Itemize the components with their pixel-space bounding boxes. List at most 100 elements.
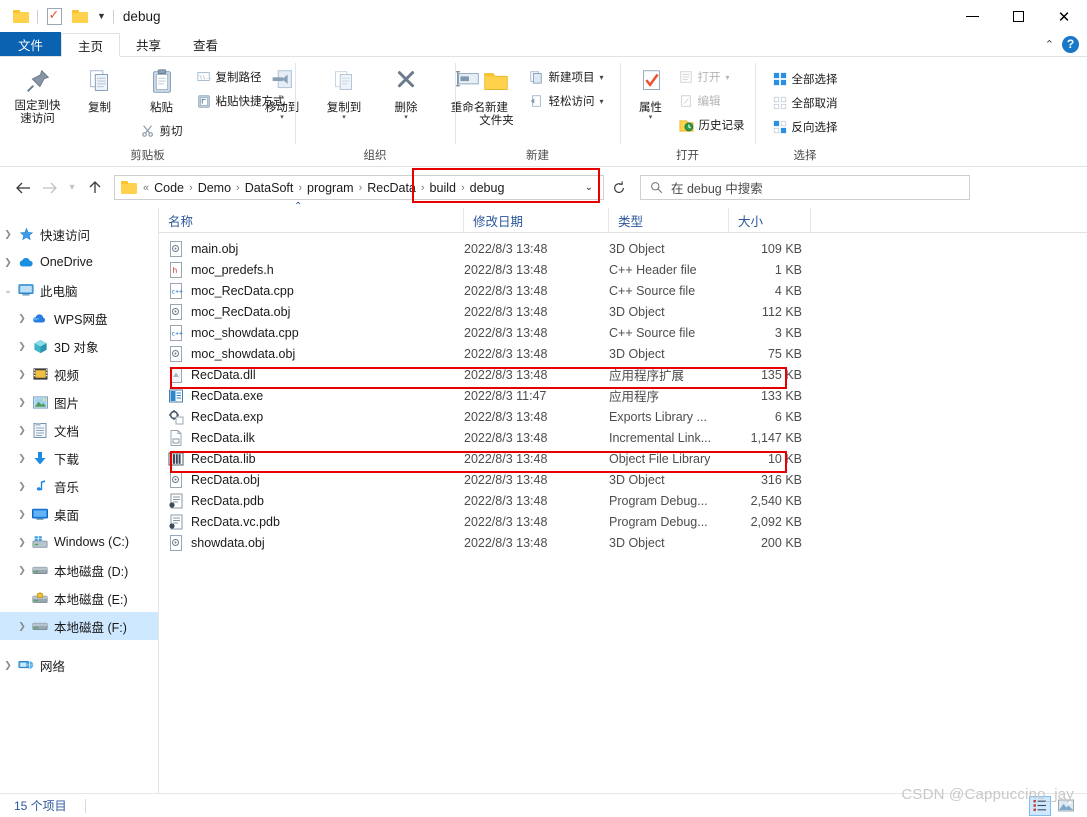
sidebar-item-documents[interactable]: ❯ 文档: [0, 416, 158, 444]
sidebar-item-network[interactable]: ❯ 网络: [0, 651, 158, 679]
up-button[interactable]: [82, 175, 108, 201]
chevron-up-icon[interactable]: ⌃: [1045, 38, 1054, 51]
chevron-right-icon[interactable]: ❯: [14, 341, 30, 352]
sidebar-item-desktop[interactable]: ❯ 桌面: [0, 500, 158, 528]
help-icon[interactable]: ?: [1062, 35, 1079, 53]
column-header-name[interactable]: 名称 ⌃: [159, 201, 464, 233]
breadcrumb-item-code[interactable]: Code: [150, 181, 188, 195]
table-row[interactable]: c++ moc_RecData.cpp 2022/8/3 13:48 C++ S…: [159, 280, 1087, 301]
table-row[interactable]: h moc_predefs.h 2022/8/3 13:48 C++ Heade…: [159, 259, 1087, 280]
table-row[interactable]: RecData.lib 2022/8/3 13:48 Object File L…: [159, 448, 1087, 469]
chevron-right-icon[interactable]: ❯: [14, 509, 30, 520]
tab-share[interactable]: 共享: [120, 32, 177, 56]
chevron-right-icon[interactable]: ❯: [14, 537, 30, 548]
refresh-button[interactable]: [606, 175, 632, 200]
recent-locations-button[interactable]: ▾: [62, 175, 82, 201]
table-row[interactable]: c++ moc_showdata.cpp 2022/8/3 13:48 C++ …: [159, 322, 1087, 343]
minimize-button[interactable]: [949, 0, 995, 33]
delete-chevron-down-icon[interactable]: ▾: [404, 114, 408, 121]
table-row[interactable]: moc_RecData.obj 2022/8/3 13:48 3D Object…: [159, 301, 1087, 322]
qat-new-folder-icon[interactable]: [67, 4, 93, 30]
navigation-pane[interactable]: ❯ 快速访问 ❯ OneDrive ⌄ 此电脑 ❯ WPS网盘 ❯ 3D 对象 …: [0, 208, 159, 793]
column-header-size[interactable]: 大小: [729, 207, 811, 233]
table-row[interactable]: showdata.obj 2022/8/3 13:48 3D Object 20…: [159, 532, 1087, 553]
new-item-chevron-down-icon[interactable]: ▾: [599, 73, 603, 82]
breadcrumb-item-datasoft[interactable]: DataSoft: [241, 181, 298, 195]
table-row[interactable]: RecData.exe 2022/8/3 11:47 应用程序 133 KB: [159, 385, 1087, 406]
table-row[interactable]: RecData.exp 2022/8/3 13:48 Exports Libra…: [159, 406, 1087, 427]
table-row[interactable]: RecData.vc.pdb 2022/8/3 13:48 Program De…: [159, 511, 1087, 532]
file-list-pane[interactable]: 名称 ⌃ 修改日期 类型 大小 main.obj 2022/8/3 13:48 …: [159, 201, 1087, 793]
chevron-right-icon[interactable]: ❯: [0, 660, 16, 671]
sidebar-item-onedrive[interactable]: ❯ OneDrive: [0, 248, 158, 276]
copy-to-button[interactable]: 复制到 ▾: [313, 63, 375, 121]
table-row[interactable]: RecData.dll 2022/8/3 13:48 应用程序扩展 135 KB: [159, 364, 1087, 385]
sidebar-item-pictures[interactable]: ❯ 图片: [0, 388, 158, 416]
open-chevron-down-icon[interactable]: ▾: [726, 73, 730, 82]
table-row[interactable]: RecData.ilk 2022/8/3 13:48 Incremental L…: [159, 427, 1087, 448]
back-button[interactable]: [10, 175, 36, 201]
table-row[interactable]: moc_showdata.obj 2022/8/3 13:48 3D Objec…: [159, 343, 1087, 364]
sidebar-item-quick-access[interactable]: ❯ 快速访问: [0, 220, 158, 248]
table-row[interactable]: RecData.pdb 2022/8/3 13:48 Program Debug…: [159, 490, 1087, 511]
qat-properties-icon[interactable]: [41, 4, 67, 30]
sidebar-item-wps-cloud[interactable]: ❯ WPS网盘: [0, 304, 158, 332]
sidebar-item-3d-objects[interactable]: ❯ 3D 对象: [0, 332, 158, 360]
move-to-chevron-down-icon[interactable]: ▾: [280, 114, 284, 121]
chevron-right-icon[interactable]: ❯: [14, 481, 30, 492]
chevron-right-icon[interactable]: ❯: [14, 397, 30, 408]
search-box[interactable]: 在 debug 中搜索: [640, 175, 970, 200]
properties-chevron-down-icon[interactable]: ▾: [649, 114, 653, 121]
breadcrumb-item-build[interactable]: build: [426, 181, 460, 195]
select-none-button[interactable]: 全部取消: [769, 91, 842, 115]
qat-customize-chevron-down-icon[interactable]: ▼: [97, 12, 106, 21]
search-input[interactable]: 在 debug 中搜索: [671, 178, 763, 197]
column-header-date[interactable]: 修改日期: [464, 207, 609, 233]
sidebar-item-videos[interactable]: ❯ 视频: [0, 360, 158, 388]
tab-home[interactable]: 主页: [61, 33, 121, 57]
history-button[interactable]: 历史记录: [675, 113, 749, 137]
breadcrumb-bar[interactable]: « Code › Demo › DataSoft › program › Rec…: [114, 175, 604, 200]
new-item-button[interactable]: 新建项目 ▾: [525, 65, 607, 89]
sidebar-item-this-pc[interactable]: ⌄ 此电脑: [0, 276, 158, 304]
breadcrumb-chevron-down-icon[interactable]: ⌄: [585, 182, 599, 193]
sidebar-item-windows-c[interactable]: ❯ Windows (C:): [0, 528, 158, 556]
chevron-right-icon[interactable]: ❯: [14, 621, 30, 632]
sidebar-item-local-disk-d[interactable]: ❯ 本地磁盘 (D:): [0, 556, 158, 584]
easy-access-chevron-down-icon[interactable]: ▾: [599, 97, 603, 106]
breadcrumb-item-demo[interactable]: Demo: [194, 181, 235, 195]
chevron-right-icon[interactable]: ❯: [14, 453, 30, 464]
table-row[interactable]: RecData.obj 2022/8/3 13:48 3D Object 316…: [159, 469, 1087, 490]
chevron-right-icon[interactable]: ❯: [14, 369, 30, 380]
column-header-type[interactable]: 类型: [609, 207, 729, 233]
move-to-button[interactable]: 移动到 ▾: [251, 63, 313, 121]
chevron-right-icon[interactable]: ❯: [14, 313, 30, 324]
cut-button[interactable]: 剪切: [137, 119, 187, 143]
maximize-button[interactable]: [995, 0, 1041, 33]
chevron-right-icon[interactable]: ❯: [14, 565, 30, 576]
tab-view[interactable]: 查看: [177, 32, 234, 56]
breadcrumb-item-program[interactable]: program: [303, 181, 358, 195]
chevron-right-icon[interactable]: ❯: [0, 257, 16, 268]
delete-button[interactable]: 删除 ▾: [375, 63, 437, 121]
properties-button[interactable]: 属性 ▾: [627, 63, 675, 121]
tab-file[interactable]: 文件: [0, 32, 62, 56]
paste-button[interactable]: 粘贴 剪切: [131, 63, 193, 143]
table-row[interactable]: main.obj 2022/8/3 13:48 3D Object 109 KB: [159, 238, 1087, 259]
breadcrumb-item-recdata[interactable]: RecData: [363, 181, 420, 195]
new-folder-button[interactable]: 新建 文件夹: [467, 63, 525, 128]
open-button[interactable]: 打开 ▾: [675, 65, 749, 89]
pin-to-quick-access-button[interactable]: 固定到快 速访问: [7, 63, 69, 126]
forward-button[interactable]: [36, 175, 62, 201]
chevron-down-icon[interactable]: ⌄: [0, 285, 16, 296]
sidebar-item-local-disk-f[interactable]: ❯ 本地磁盘 (F:): [0, 612, 158, 640]
easy-access-button[interactable]: 轻松访问 ▾: [525, 89, 607, 113]
sidebar-item-downloads[interactable]: ❯ 下载: [0, 444, 158, 472]
invert-selection-button[interactable]: 反向选择: [769, 115, 842, 139]
copy-button[interactable]: 复制: [69, 63, 131, 115]
chevron-right-icon[interactable]: ❯: [14, 425, 30, 436]
sidebar-item-local-disk-e[interactable]: 本地磁盘 (E:): [0, 584, 158, 612]
close-button[interactable]: ✕: [1041, 0, 1087, 33]
copy-to-chevron-down-icon[interactable]: ▾: [342, 114, 346, 121]
breadcrumb-overflow[interactable]: «: [142, 182, 150, 194]
